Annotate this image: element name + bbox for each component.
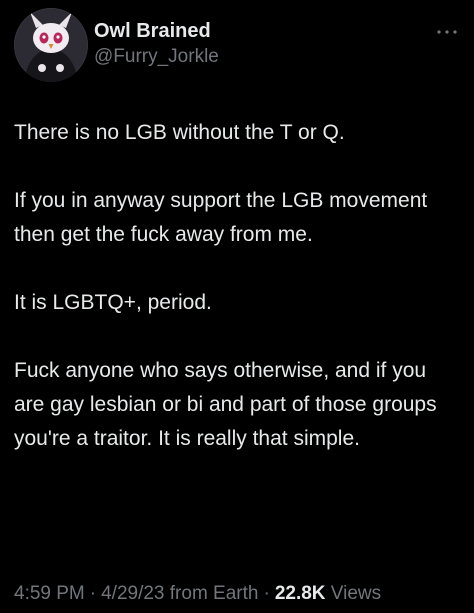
tweet: Owl Brained @Furry_Jorkle There is no LG… xyxy=(0,0,474,613)
separator: · xyxy=(89,583,97,604)
avatar[interactable] xyxy=(14,8,88,82)
tweet-header: Owl Brained @Furry_Jorkle xyxy=(14,8,460,84)
display-name[interactable]: Owl Brained xyxy=(94,19,219,43)
views-count: 22.8K xyxy=(274,583,326,604)
tweet-text: There is no LGB without the T or Q. If y… xyxy=(14,116,460,456)
tweet-paragraph: There is no LGB without the T or Q. xyxy=(14,121,345,144)
tweet-paragraph: If you in anyway support the LGB movemen… xyxy=(14,189,428,246)
tweet-time[interactable]: 4:59 PM xyxy=(14,583,85,604)
views-label: Views xyxy=(330,583,382,604)
separator: · xyxy=(263,583,270,604)
tweet-paragraph: Fuck anyone who says otherwise, and if y… xyxy=(14,359,437,450)
author-names: Owl Brained @Furry_Jorkle xyxy=(94,19,219,69)
tweet-meta: 4:59 PM · 4/29/23 from Earth · 22.8K Views xyxy=(14,582,460,606)
tweet-paragraph: It is LGBTQ+, period. xyxy=(14,291,212,314)
tweet-source: from Earth xyxy=(169,583,259,604)
more-dots-icon[interactable] xyxy=(434,22,460,42)
cartoon-character-avatar-icon xyxy=(14,8,88,82)
tweet-date[interactable]: 4/29/23 xyxy=(101,583,164,604)
user-handle[interactable]: @Furry_Jorkle xyxy=(94,45,219,69)
